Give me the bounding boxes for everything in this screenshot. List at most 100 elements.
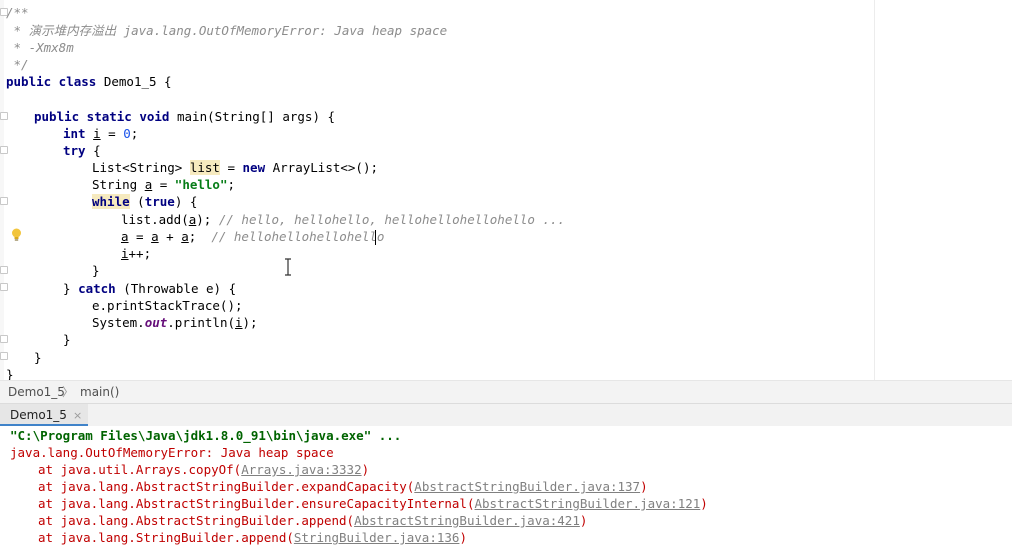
code-line: } <box>6 366 14 380</box>
number-literal: 0 <box>123 126 131 141</box>
code-text: main(String[] args) { <box>169 109 336 124</box>
code-text: = <box>219 160 243 175</box>
code-line: } <box>63 331 71 348</box>
breadcrumb-item-method[interactable]: main() <box>80 381 119 403</box>
code-text: e.printStackTrace(); <box>92 298 243 313</box>
code-text: } <box>6 367 14 380</box>
code-text: = <box>100 126 124 141</box>
code-text: String <box>92 177 145 192</box>
static-field: out <box>144 315 168 330</box>
stack-trace-line: at java.lang.AbstractStringBuilder.expan… <box>10 478 648 495</box>
variable: i <box>235 315 243 330</box>
source-link[interactable]: AbstractStringBuilder.java:421 <box>354 513 580 528</box>
keyword: true <box>144 194 175 209</box>
text-caret <box>375 230 376 245</box>
stack-frame-text: at java.util.Arrays.copyOf( <box>38 462 242 477</box>
code-line: } <box>34 349 42 366</box>
code-text: list.add( <box>121 212 189 227</box>
run-tab-label: Demo1_5 <box>10 408 67 422</box>
code-line: */ <box>6 57 29 72</box>
lightbulb-icon[interactable] <box>11 228 22 242</box>
keyword: new <box>242 160 266 175</box>
code-line: while (true) { <box>92 193 197 210</box>
code-text: } <box>92 263 100 278</box>
source-link[interactable]: AbstractStringBuilder.java:121 <box>475 496 701 511</box>
code-line: a = a + a; // hellohellohellohello <box>121 228 384 245</box>
breadcrumb-separator: 〉 <box>62 385 75 399</box>
code-text: ; <box>188 229 212 244</box>
source-link[interactable]: StringBuilder.java:136 <box>294 530 460 545</box>
code-text: + <box>158 229 182 244</box>
code-line: * -Xmx8m <box>6 40 74 55</box>
fold-marker[interactable] <box>0 335 8 343</box>
code-text: ; <box>227 177 236 192</box>
code-text: { <box>85 143 101 158</box>
stack-frame-text: ) <box>459 530 467 545</box>
keyword: public static void <box>34 109 170 124</box>
code-line: * 演示堆内存溢出 java.lang.OutOfMemoryError: Ja… <box>6 23 448 38</box>
code-line: e.printStackTrace(); <box>92 297 243 314</box>
stack-frame-text: at java.lang.AbstractStringBuilder.expan… <box>38 479 415 494</box>
string-literal: "hello" <box>174 177 228 192</box>
code-line: int i = 0; <box>63 125 138 142</box>
code-text: = <box>152 177 175 192</box>
code-text: } <box>63 281 79 296</box>
console-output[interactable]: "C:\Program Files\Java\jdk1.8.0_91\bin\j… <box>0 426 1012 548</box>
keyword: while <box>92 194 130 209</box>
comment: // hellohellohellohello <box>211 229 385 244</box>
stack-frame-text: at java.lang.StringBuilder.append( <box>38 530 294 545</box>
stack-frame-text: at java.lang.AbstractStringBuilder.appen… <box>38 513 355 528</box>
code-editor[interactable]: /** * 演示堆内存溢出 java.lang.OutOfMemoryError… <box>0 0 1012 380</box>
right-margin-guide <box>874 0 875 380</box>
variable: a <box>121 229 129 244</box>
stack-frame-text: ) <box>700 496 708 511</box>
code-text: ( <box>129 194 145 209</box>
code-text: ); <box>242 315 258 330</box>
code-text: } <box>63 332 71 347</box>
code-text: System. <box>92 315 145 330</box>
fold-marker[interactable] <box>0 146 8 154</box>
code-line: System.out.println(i); <box>92 314 258 331</box>
stack-trace-line: at java.lang.StringBuilder.append(String… <box>10 529 467 546</box>
stack-trace-line: at java.lang.AbstractStringBuilder.appen… <box>10 512 587 529</box>
code-line: public static void main(String[] args) { <box>34 108 335 125</box>
code-text: ++; <box>128 246 152 261</box>
code-text: Demo1_5 { <box>96 74 172 89</box>
code-text: .println( <box>167 315 235 330</box>
editor-gutter[interactable] <box>0 0 4 380</box>
source-link[interactable]: Arrays.java:3332 <box>241 462 361 477</box>
stack-frame-text: ) <box>361 462 370 477</box>
code-line: list.add(a); // hello, hellohello, hello… <box>121 211 565 228</box>
close-icon[interactable]: × <box>73 409 82 422</box>
keyword: try <box>63 143 86 158</box>
run-tab-bar: Demo1_5 × <box>0 403 1012 427</box>
fold-marker[interactable] <box>0 352 8 360</box>
breadcrumb-item-class[interactable]: Demo1_5 <box>8 381 65 403</box>
text-cursor-icon <box>285 258 291 276</box>
fold-marker[interactable] <box>0 283 8 291</box>
stack-trace-line: at java.util.Arrays.copyOf(Arrays.java:3… <box>10 461 369 478</box>
variable: i <box>121 246 129 261</box>
fold-marker[interactable] <box>0 197 8 205</box>
stack-frame-text: ) <box>640 479 648 494</box>
code-line: } <box>92 262 100 279</box>
code-line: try { <box>63 142 101 159</box>
breadcrumb: Demo1_5 〉 main() <box>0 380 1012 403</box>
fold-marker[interactable] <box>0 266 8 274</box>
console-error-line: java.lang.OutOfMemoryError: Java heap sp… <box>10 445 334 460</box>
code-text: = <box>128 229 152 244</box>
fold-marker[interactable] <box>0 112 8 120</box>
code-line: String a = "hello"; <box>92 176 235 193</box>
keyword: public class <box>6 74 97 89</box>
code-line: List<String> list = new ArrayList<>(); <box>92 159 378 176</box>
run-tab[interactable]: Demo1_5 × <box>0 404 89 426</box>
source-link[interactable]: AbstractStringBuilder.java:137 <box>414 479 640 494</box>
code-text: List<String> <box>92 160 190 175</box>
console-command-line: "C:\Program Files\Java\jdk1.8.0_91\bin\j… <box>10 428 402 443</box>
code-line: public class Demo1_5 { <box>6 73 172 90</box>
keyword: int <box>63 126 86 141</box>
code-text: } <box>34 350 42 365</box>
code-line: /** <box>6 5 29 20</box>
code-line: i++; <box>121 245 151 262</box>
keyword: catch <box>78 281 116 296</box>
